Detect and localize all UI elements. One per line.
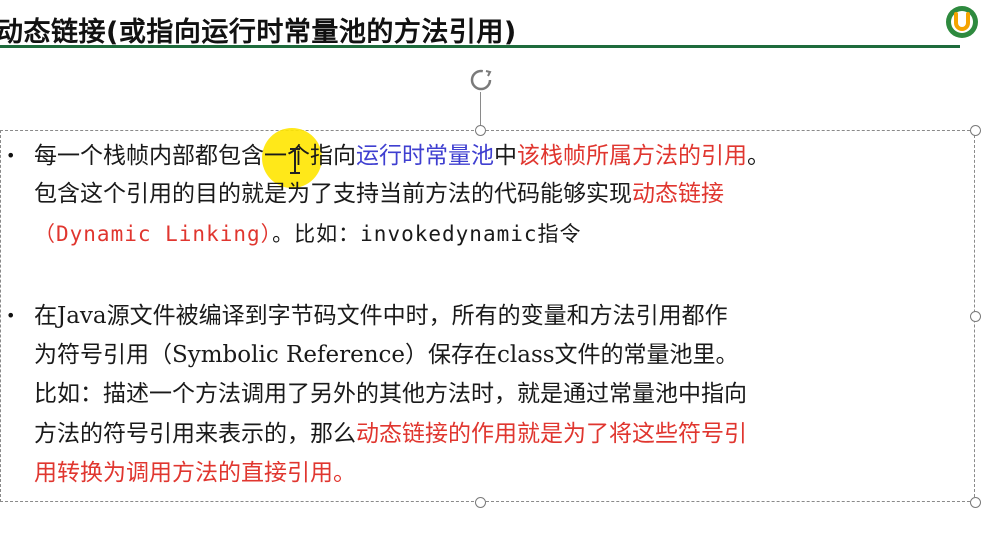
bullet-1-line-1: 每一个栈帧内部都包含一个指向运行时常量池中该栈帧所属方法的引用。: [34, 143, 770, 169]
bullet-2-line-4: 方法的符号引用来表示的，那么动态链接的作用就是为了将这些符号引: [34, 421, 747, 447]
bullet-1-line-2: 包含这个引用的目的就是为了支持当前方法的代码能够实现动态链接: [34, 181, 724, 207]
rotate-handle-stem: [480, 92, 481, 128]
resize-handle-bottom-right[interactable]: [970, 497, 981, 508]
resize-handle-top-center[interactable]: [475, 125, 486, 136]
bullet-1-line-3: （Dynamic Linking）。比如：invokedynamic指令: [34, 222, 582, 246]
logo-icon: [946, 6, 978, 38]
title-underline: [0, 45, 960, 48]
bullet-2-line-5: 用转换为调用方法的直接引用。: [34, 460, 356, 486]
resize-handle-bottom-center[interactable]: [475, 497, 486, 508]
resize-handle-middle-right[interactable]: [970, 311, 981, 322]
bullet-2-marker: •: [6, 306, 16, 325]
bullet-2-line-3: 比如：描述一个方法调用了另外的其他方法时，就是通过常量池中指向: [34, 381, 747, 407]
bullet-1-marker: •: [6, 146, 16, 165]
bullet-2-line-2: 为符号引用（Symbolic Reference）保存在class文件的常量池里…: [34, 342, 739, 368]
resize-handle-top-right[interactable]: [970, 125, 981, 136]
slide-title: 动态链接(或指向运行时常量池的方法引用): [0, 17, 517, 48]
bullet-2-line-1: 在Java源文件被编译到字节码文件中时，所有的变量和方法引用都作: [34, 303, 728, 329]
text-cursor-icon: [290, 148, 300, 174]
rotate-handle-icon[interactable]: [467, 66, 495, 94]
